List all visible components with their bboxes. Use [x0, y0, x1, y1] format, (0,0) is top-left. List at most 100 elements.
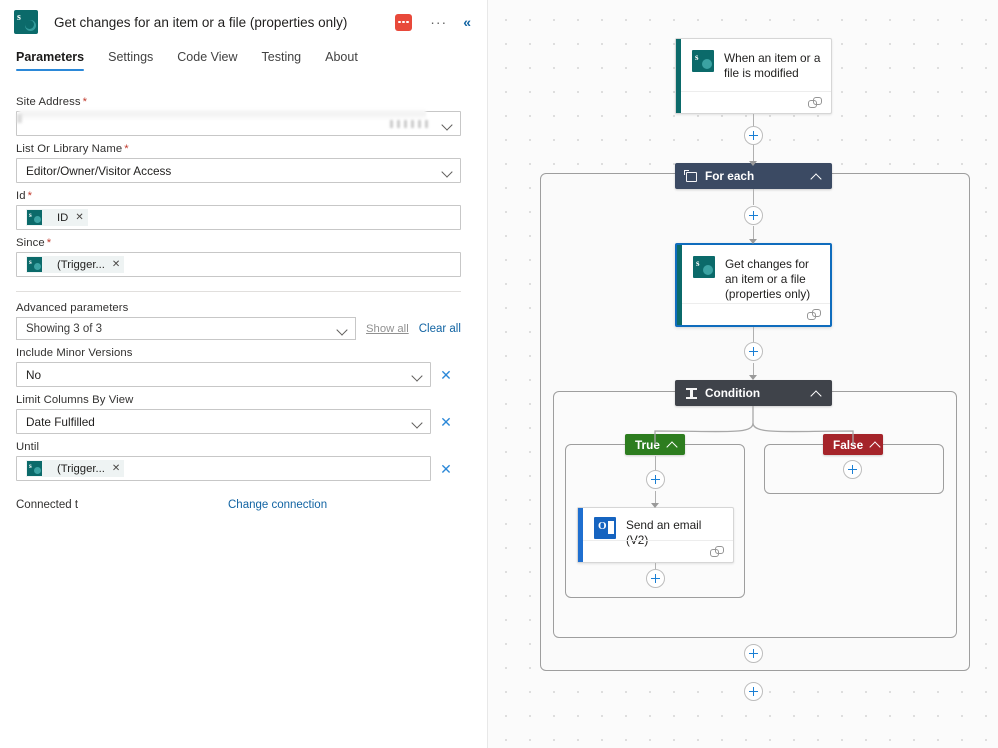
advanced-parameters-value: Showing 3 of 3: [26, 322, 103, 335]
sharepoint-icon: s: [692, 50, 714, 72]
remove-parameter-icon[interactable]: ✕: [431, 415, 461, 429]
remove-token-icon[interactable]: ✕: [112, 463, 120, 474]
condition-header[interactable]: Condition: [675, 380, 832, 406]
token-chip[interactable]: s (Trigger... ✕: [26, 256, 125, 273]
condition-icon: [685, 387, 698, 400]
connector: [655, 456, 657, 470]
field-id: Id * s ID ✕: [16, 190, 461, 230]
list-or-library-value: Editor/Owner/Visitor Access: [26, 163, 172, 178]
sharepoint-icon: s: [27, 257, 42, 272]
branch-connector: [654, 406, 854, 445]
flow-node-trigger[interactable]: s When an item or a file is modified: [675, 38, 832, 114]
section-divider: [16, 291, 461, 292]
panel-title: Get changes for an item or a file (prope…: [54, 14, 348, 30]
add-step-button[interactable]: [744, 644, 763, 663]
limit-columns-by-view-combobox[interactable]: Date Fulfilled: [16, 409, 431, 434]
chevron-up-icon[interactable]: [811, 388, 822, 399]
connection-row: Connected t Change connection: [0, 499, 487, 511]
id-input[interactable]: s ID ✕: [16, 205, 461, 230]
site-address-combobox[interactable]: [16, 109, 461, 136]
node-footer: [682, 303, 830, 325]
flow-node-get-changes[interactable]: s Get changes for an item or a file (pro…: [675, 243, 832, 327]
token-chip[interactable]: s (Trigger... ✕: [26, 460, 125, 477]
label-include-minor-versions: Include Minor Versions: [16, 347, 133, 359]
sharepoint-icon: s: [693, 256, 715, 278]
foreach-label: For each: [705, 169, 755, 183]
chevron-down-icon[interactable]: [412, 369, 424, 381]
arrow-icon: [651, 503, 659, 508]
add-step-button[interactable]: [744, 126, 763, 145]
panel-header: s Get changes for an item or a file (pro…: [0, 0, 487, 44]
field-until: Until s (Trigger... ✕ ✕: [16, 441, 461, 481]
remove-token-icon[interactable]: ✕: [75, 212, 83, 223]
collapse-panel-button[interactable]: «: [463, 14, 471, 30]
label-list-or-library-name: List Or Library Name *: [16, 143, 129, 155]
chevron-down-icon[interactable]: [412, 416, 424, 428]
node-title: When an item or a file is modified: [724, 51, 821, 80]
label-since: Since *: [16, 237, 52, 249]
limit-columns-by-view-value: Date Fulfilled: [26, 414, 95, 429]
link-icon[interactable]: [807, 309, 821, 320]
token-label: (Trigger...: [57, 258, 105, 271]
field-include-minor-versions: Include Minor Versions No ✕: [16, 347, 461, 387]
tab-parameters[interactable]: Parameters: [16, 50, 85, 71]
until-input[interactable]: s (Trigger... ✕: [16, 456, 431, 481]
foreach-header[interactable]: For each: [675, 163, 832, 189]
add-step-button[interactable]: [843, 460, 862, 479]
remove-parameter-icon[interactable]: ✕: [431, 462, 461, 476]
add-step-button[interactable]: [744, 206, 763, 225]
chevron-down-icon[interactable]: [337, 323, 349, 335]
token-label: ID: [57, 211, 69, 224]
flow-node-send-email[interactable]: O Send an email (V2): [577, 507, 734, 563]
node-title: Get changes for an item or a file (prope…: [725, 257, 811, 301]
action-details-panel: s Get changes for an item or a file (pro…: [0, 0, 488, 748]
add-step-button[interactable]: [646, 470, 665, 489]
list-or-library-combobox[interactable]: Editor/Owner/Visitor Access: [16, 158, 461, 183]
field-list-or-library-name: List Or Library Name * Editor/Owner/Visit…: [16, 143, 461, 183]
since-input[interactable]: s (Trigger... ✕: [16, 252, 461, 277]
add-step-button[interactable]: [744, 342, 763, 361]
field-since: Since * s (Trigger... ✕: [16, 237, 461, 277]
node-footer: [583, 540, 733, 562]
redacted-value-edge: [17, 114, 22, 123]
tab-settings[interactable]: Settings: [108, 50, 153, 71]
node-footer: [681, 91, 831, 113]
chevron-down-icon[interactable]: [442, 118, 454, 130]
tab-about[interactable]: About: [325, 50, 358, 71]
include-minor-versions-combobox[interactable]: No: [16, 362, 431, 387]
chevron-down-icon[interactable]: [442, 165, 454, 177]
connection-status: Connected t: [16, 499, 79, 511]
link-icon[interactable]: [808, 97, 822, 108]
loop-icon: [684, 169, 698, 183]
add-step-button[interactable]: [744, 682, 763, 701]
tab-testing[interactable]: Testing: [262, 50, 302, 71]
more-options-button[interactable]: ···: [430, 15, 447, 29]
token-chip[interactable]: s ID ✕: [26, 209, 88, 226]
show-all-link[interactable]: Show all: [366, 323, 409, 335]
tab-code-view[interactable]: Code View: [177, 50, 237, 71]
flow-designer: s Get changes for an item or a file (pro…: [0, 0, 998, 748]
advanced-parameters-row: Showing 3 of 3 Show all Clear all: [16, 317, 461, 340]
advanced-parameters-section: Advanced parameters Showing 3 of 3 Show …: [16, 302, 461, 340]
outlook-icon: O: [594, 517, 616, 539]
change-connection-link[interactable]: Change connection: [228, 499, 327, 511]
panel-tabs: Parameters Settings Code View Testing Ab…: [0, 50, 487, 80]
label-site-address: Site Address *: [16, 96, 88, 108]
chevron-up-icon[interactable]: [811, 171, 822, 182]
field-limit-columns-by-view: Limit Columns By View Date Fulfilled ✕: [16, 394, 461, 434]
connector: [753, 327, 755, 342]
remove-token-icon[interactable]: ✕: [112, 259, 120, 270]
condition-label: Condition: [705, 386, 761, 400]
add-step-button[interactable]: [646, 569, 665, 588]
redacted-value: [19, 109, 426, 120]
sharepoint-icon: s: [27, 461, 42, 476]
link-icon[interactable]: [710, 546, 724, 557]
sharepoint-icon: s: [27, 210, 42, 225]
flow-canvas[interactable]: s When an item or a file is modified For…: [488, 0, 998, 748]
error-badge[interactable]: [395, 13, 413, 31]
advanced-parameters-select[interactable]: Showing 3 of 3: [16, 317, 356, 340]
clear-all-link[interactable]: Clear all: [419, 323, 461, 335]
include-minor-versions-value: No: [26, 367, 42, 382]
arrow-icon: [749, 375, 757, 380]
remove-parameter-icon[interactable]: ✕: [431, 368, 461, 382]
